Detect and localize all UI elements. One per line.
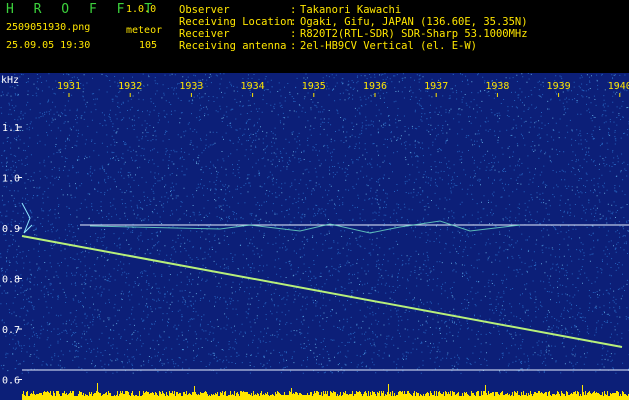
info-label-location: Receiving Location (179, 16, 293, 28)
y-tick-label: 0.7 (2, 325, 20, 336)
y-unit-label: kHz (1, 75, 19, 86)
info-separator: : (290, 16, 297, 28)
info-label-observer: Observer (179, 4, 230, 16)
meteor-count: 105 (139, 40, 158, 51)
info-separator: : (290, 28, 297, 40)
x-tick-label: 1934 (241, 81, 265, 92)
info-value-location: Ogaki, Gifu, JAPAN (136.60E, 35.35N) (300, 16, 528, 28)
info-value-receiver: R820T2(RTL-SDR) SDR-Sharp 53.1000MHz (300, 28, 528, 40)
filename: 2509051930.png (6, 22, 91, 33)
info-value-observer: Takanori Kawachi (300, 4, 402, 16)
y-tick-label: 0.8 (2, 275, 20, 286)
x-tick-label: 1932 (118, 81, 142, 92)
y-tick-label: 1.0 (2, 174, 20, 185)
info-separator: : (290, 4, 297, 16)
datetime: 25.09.05 19:30 (6, 40, 91, 51)
spectrogram: kHz 1931 1932 1933 1934 1935 1936 1937 1938 1939… (0, 73, 629, 400)
spectrogram-background (0, 73, 629, 400)
y-tick-label: 0.9 (2, 224, 20, 235)
y-tick-label: 1.1 (2, 123, 20, 134)
info-separator: : (290, 40, 297, 52)
info-value-antenna: 2el-HB9CV Vertical (el. E-W) (300, 40, 478, 52)
x-tick-label: 1931 (57, 81, 81, 92)
x-tick-label: 1937 (424, 81, 448, 92)
info-label-receiver: Receiver (179, 28, 230, 40)
x-tick-label: 1940 (608, 81, 629, 92)
app-version: 1.0.0 (126, 4, 157, 15)
x-tick-label: 1936 (363, 81, 387, 92)
mode-label: meteor (126, 25, 163, 36)
info-label-antenna: Receiving antenna (179, 40, 287, 52)
x-tick-label: 1938 (485, 81, 509, 92)
y-tick-label: 0.6 (2, 376, 20, 387)
x-tick-label: 1935 (302, 81, 326, 92)
x-tick-label: 1939 (547, 81, 571, 92)
x-tick-label: 1933 (179, 81, 203, 92)
header: H R O F F T 1.0.0 2509051930.png meteor … (0, 0, 629, 73)
